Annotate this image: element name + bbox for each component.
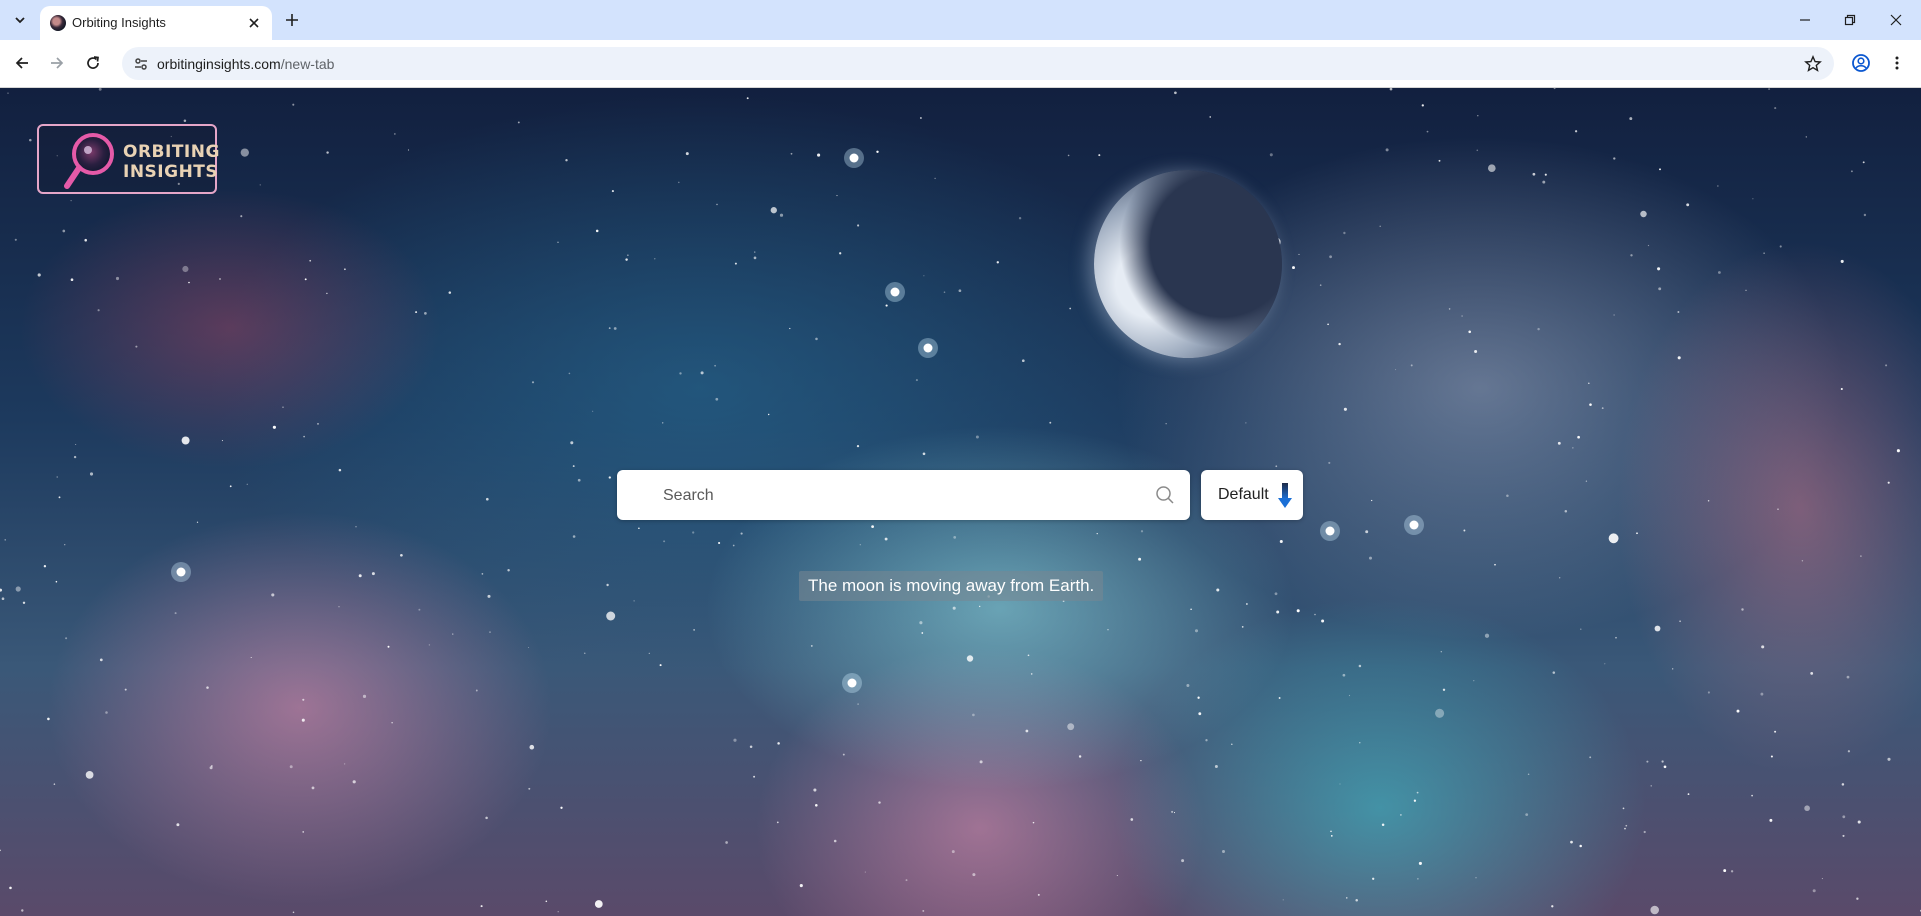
close-window-button[interactable] — [1876, 6, 1916, 34]
url-path: /new-tab — [280, 56, 335, 72]
planet-image — [1094, 170, 1282, 358]
profile-button[interactable] — [1847, 49, 1875, 77]
tune-icon[interactable] — [132, 55, 150, 73]
new-tab-page: ORBITING INSIGHTS Default The moon is mo… — [0, 88, 1921, 916]
search-engine-selected: Default — [1218, 486, 1269, 503]
site-favicon-icon — [50, 15, 66, 31]
minimize-icon — [1800, 19, 1810, 21]
tab-title: Orbiting Insights — [72, 15, 166, 30]
plus-icon — [286, 14, 298, 26]
tab-active[interactable]: Orbiting Insights — [40, 6, 272, 40]
close-icon — [1890, 14, 1902, 26]
address-bar[interactable]: orbitinginsights.com/new-tab — [122, 47, 1834, 80]
search-box — [617, 470, 1190, 522]
logo-line-1: ORBITING — [123, 142, 220, 162]
logo-wordmark: ORBITING INSIGHTS — [123, 142, 220, 182]
new-tab-button[interactable] — [280, 8, 304, 32]
back-button[interactable] — [8, 49, 36, 77]
star-icon — [1804, 55, 1822, 72]
menu-button[interactable] — [1883, 49, 1911, 77]
restore-button[interactable] — [1830, 6, 1870, 34]
search-button[interactable] — [1154, 484, 1176, 506]
chevron-down-icon — [15, 17, 25, 24]
arrow-down-icon — [1278, 483, 1292, 508]
site-logo[interactable]: ORBITING INSIGHTS — [37, 124, 220, 194]
search-engine-select[interactable]: Default — [1201, 470, 1303, 520]
kebab-menu-icon — [1895, 56, 1899, 70]
tab-search-button[interactable] — [6, 8, 34, 32]
reload-icon — [87, 56, 99, 69]
tab-close-button[interactable] — [244, 13, 264, 33]
bookmark-button[interactable] — [1802, 53, 1824, 75]
url-host: orbitinginsights.com — [157, 56, 281, 72]
forward-button[interactable] — [43, 49, 71, 77]
url-text[interactable]: orbitinginsights.com/new-tab — [157, 56, 334, 72]
arrow-left-icon — [15, 57, 28, 69]
tab-strip: Orbiting Insights — [0, 0, 1921, 40]
account-icon — [1852, 54, 1870, 72]
reload-button[interactable] — [79, 49, 107, 77]
browser-window: Orbiting Insights orbitinginsights.com/n… — [0, 0, 1921, 916]
restore-icon — [1844, 14, 1856, 26]
search-input[interactable] — [661, 470, 1125, 522]
close-icon — [249, 18, 259, 28]
space-fact: The moon is moving away from Earth. — [799, 571, 1104, 601]
magnifier-planet-icon — [64, 133, 114, 189]
magnifier-icon — [1156, 486, 1174, 504]
arrow-right-icon — [51, 57, 64, 69]
logo-line-2: INSIGHTS — [123, 162, 219, 182]
minimize-button[interactable] — [1785, 6, 1825, 34]
browser-toolbar: orbitinginsights.com/new-tab — [0, 40, 1921, 88]
